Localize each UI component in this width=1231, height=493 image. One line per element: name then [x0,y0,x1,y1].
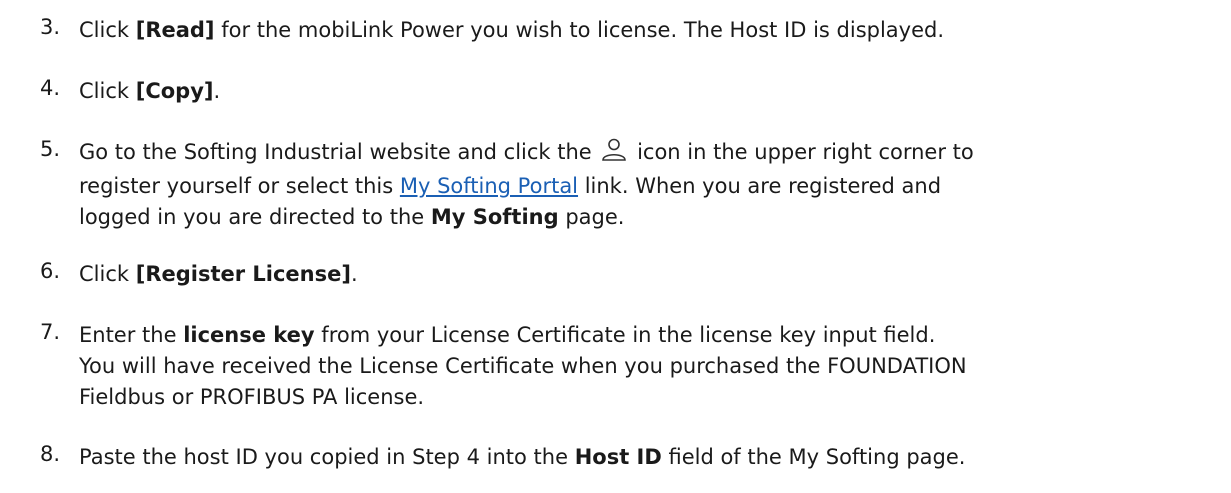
step-text-line1: Go to the Softing Industrial website and… [79,140,599,164]
step-text-line2-post: link. When you are registered and [578,174,942,198]
step-text: Paste the host ID you copied in Step 4 i… [79,442,965,473]
step-text-line1-post: from your License Certificate in the lic… [314,323,936,347]
copy-button-ref: [Copy] [135,79,214,103]
step-text-line3: Fieldbus or PROFIBUS PA license. [79,385,425,409]
step-text-post: field of the My Softing page. [661,445,966,469]
user-icon [601,138,627,171]
step-number: 5. [40,137,61,161]
step-text-pre: Click [79,262,136,286]
step-text-pre: Click [79,18,136,42]
read-button-ref: [Read] [135,18,215,42]
step-number: 3. [40,15,61,39]
step-text: Click [Register License]. [79,259,358,290]
register-license-button-ref: [Register License] [135,262,351,286]
step-text-post: . [213,79,221,103]
my-softing-ref: My Softing [430,205,559,229]
step-text-line3: logged in you are directed to the [79,205,431,229]
host-id-ref: Host ID [574,445,662,469]
step-number: 7. [40,320,61,344]
step-text: Enter the license key from your License … [79,320,967,413]
step-text-line2: register yourself or select this [79,174,400,198]
step-number: 6. [40,259,61,283]
step-text-line3-post: page. [558,205,625,229]
step-text-pre: Click [79,79,136,103]
my-softing-portal-link[interactable]: My Softing Portal [400,174,578,198]
step-text: Click [Read] for the mobiLink Power you … [79,15,944,46]
step-text-post: . [350,262,358,286]
step-text-post: for the mobiLink Power you wish to licen… [214,18,945,42]
step-text-line1-post: icon in the upper right corner to [630,140,974,164]
step-text: Go to the Softing Industrial website and… [79,137,974,233]
step-text-line1: Enter the [79,323,184,347]
step-text-pre: Paste the host ID you copied in Step 4 i… [79,445,575,469]
step-number: 8. [40,442,61,466]
step-number: 4. [40,76,61,100]
step-text: Click [Copy]. [79,76,220,107]
step-text-line2: You will have received the License Certi… [79,354,967,378]
license-key-ref: license key [183,323,315,347]
